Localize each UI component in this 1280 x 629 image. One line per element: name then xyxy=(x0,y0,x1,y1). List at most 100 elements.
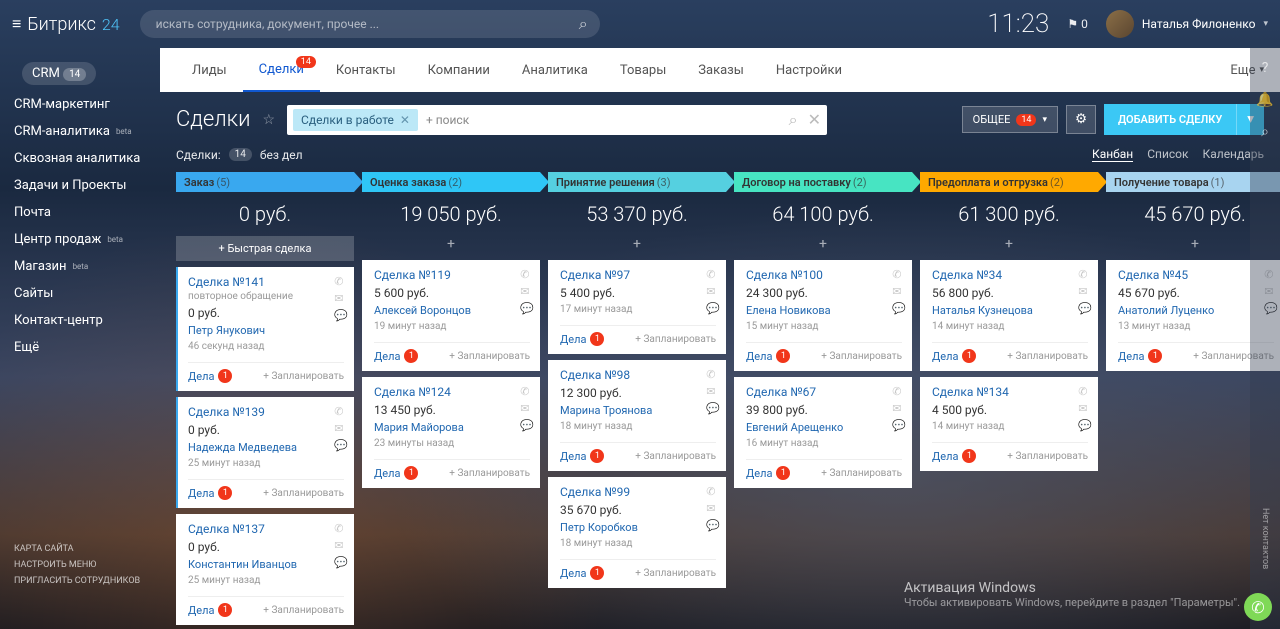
quick-deal-button[interactable]: + Быстрая сделка xyxy=(176,236,354,261)
search-icon[interactable]: ⌕ xyxy=(579,14,588,34)
deal-card[interactable]: ✆✉💬 Сделка №99 35 670 руб. Петр Коробков… xyxy=(548,477,726,588)
card-plan[interactable]: + Запланировать xyxy=(821,351,902,362)
deal-card[interactable]: ✆✉💬 Сделка №141 повторное обращение 0 ру… xyxy=(176,267,354,391)
filter-search-icon[interactable]: ⌕ xyxy=(789,110,798,130)
sidebar-footer-link[interactable]: НАСТРОИТЬ МЕНЮ xyxy=(14,557,146,573)
card-title[interactable]: Сделка №137 xyxy=(188,522,344,536)
mail-icon[interactable]: ✉ xyxy=(892,285,906,298)
phone-icon[interactable]: ✆ xyxy=(892,268,906,281)
search-input[interactable] xyxy=(140,10,600,38)
card-title[interactable]: Сделка №98 xyxy=(560,368,716,382)
tab[interactable]: Лиды xyxy=(176,48,243,92)
mail-icon[interactable]: ✉ xyxy=(334,422,348,435)
mail-icon[interactable]: ✉ xyxy=(334,539,348,552)
column-header[interactable]: Принятие решения (3) xyxy=(548,172,726,192)
card-plan[interactable]: + Запланировать xyxy=(635,568,716,579)
filter-clear-icon[interactable]: ✕ xyxy=(808,110,821,129)
deal-card[interactable]: ✆✉💬 Сделка №97 5 400 руб. 17 минут назад… xyxy=(548,260,726,354)
card-deals[interactable]: Дела 1 xyxy=(188,369,232,383)
deal-card[interactable]: ✆✉💬 Сделка №134 4 500 руб. 14 минут наза… xyxy=(920,377,1098,471)
phone-icon[interactable]: ✆ xyxy=(1078,385,1092,398)
chat-icon[interactable]: 💬 xyxy=(706,402,720,415)
view-option[interactable]: Канбан xyxy=(1092,147,1133,162)
card-plan[interactable]: + Запланировать xyxy=(449,351,530,362)
card-deals[interactable]: Дела 1 xyxy=(374,466,418,480)
chat-icon[interactable]: 💬 xyxy=(892,419,906,432)
phone-icon[interactable]: ✆ xyxy=(334,275,348,288)
phone-icon[interactable]: ✆ xyxy=(706,368,720,381)
card-contact[interactable]: Евгений Арещенко xyxy=(746,421,902,434)
card-plan[interactable]: + Запланировать xyxy=(263,605,344,616)
column-header[interactable]: Заказ (5) xyxy=(176,172,354,192)
card-title[interactable]: Сделка №119 xyxy=(374,268,530,282)
chat-icon[interactable]: 💬 xyxy=(520,419,534,432)
phone-icon[interactable]: ✆ xyxy=(334,522,348,535)
deal-card[interactable]: ✆✉💬 Сделка №124 13 450 руб. Мария Майоро… xyxy=(362,377,540,488)
add-deal-button[interactable]: ДОБАВИТЬ СДЕЛКУ xyxy=(1104,104,1236,135)
deal-card[interactable]: ✆✉💬 Сделка №100 24 300 руб. Елена Новико… xyxy=(734,260,912,371)
chat-icon[interactable]: 💬 xyxy=(334,439,348,452)
settings-button[interactable]: ⚙ xyxy=(1066,105,1096,134)
chat-icon[interactable]: 💬 xyxy=(1078,302,1092,315)
deal-card[interactable]: ✆✉💬 Сделка №34 56 800 руб. Наталья Кузне… xyxy=(920,260,1098,371)
card-deals[interactable]: Дела 1 xyxy=(560,449,604,463)
star-icon[interactable]: ☆ xyxy=(262,112,275,128)
filter-add[interactable]: + поиск xyxy=(426,113,469,127)
general-button[interactable]: ОБЩЕЕ 14 ▾ xyxy=(962,106,1058,133)
phone-icon[interactable]: ✆ xyxy=(520,268,534,281)
column-add[interactable]: + xyxy=(362,236,540,260)
card-title[interactable]: Сделка №97 xyxy=(560,268,716,282)
column-add[interactable]: + xyxy=(548,236,726,260)
chip-close-icon[interactable]: ✕ xyxy=(400,113,410,127)
card-deals[interactable]: Дела 1 xyxy=(932,449,976,463)
sidebar-item[interactable]: Центр продажbeta xyxy=(0,226,160,253)
card-plan[interactable]: + Запланировать xyxy=(449,468,530,479)
sidebar-item[interactable]: CRM-маркетинг xyxy=(0,91,160,118)
card-deals[interactable]: Дела 1 xyxy=(1118,349,1162,363)
chat-icon[interactable]: 💬 xyxy=(334,309,348,322)
phone-icon[interactable]: ✆ xyxy=(520,385,534,398)
chat-icon[interactable]: 💬 xyxy=(520,302,534,315)
mail-icon[interactable]: ✉ xyxy=(706,285,720,298)
search-side-icon[interactable]: ⌕ xyxy=(1261,124,1269,140)
column-header[interactable]: Предоплата и отгрузка (2) xyxy=(920,172,1098,192)
phone-icon[interactable]: ✆ xyxy=(334,405,348,418)
card-contact[interactable]: Мария Майорова xyxy=(374,421,530,434)
card-deals[interactable]: Дела 1 xyxy=(932,349,976,363)
card-deals[interactable]: Дела 1 xyxy=(560,566,604,580)
card-deals[interactable]: Дела 1 xyxy=(560,332,604,346)
card-title[interactable]: Сделка №100 xyxy=(746,268,902,282)
chat-icon[interactable]: 💬 xyxy=(892,302,906,315)
mail-icon[interactable]: ✉ xyxy=(706,385,720,398)
card-contact[interactable]: Наталья Кузнецова xyxy=(932,304,1088,317)
column-header[interactable]: Договор на поставку (2) xyxy=(734,172,912,192)
column-add[interactable]: + xyxy=(734,236,912,260)
tab[interactable]: Контакты xyxy=(320,48,412,92)
tab[interactable]: Сделки14 xyxy=(243,48,320,92)
card-plan[interactable]: + Запланировать xyxy=(635,451,716,462)
deal-card[interactable]: ✆✉💬 Сделка №98 12 300 руб. Марина Трояно… xyxy=(548,360,726,471)
deal-card[interactable]: ✆✉💬 Сделка №139 0 руб. Надежда Медведева… xyxy=(176,397,354,508)
chat-icon[interactable]: 💬 xyxy=(706,302,720,315)
sidebar-active[interactable]: CRM 14 xyxy=(0,56,160,91)
mail-icon[interactable]: ✉ xyxy=(1078,402,1092,415)
sidebar-item[interactable]: Контакт-центр xyxy=(0,307,160,334)
mail-icon[interactable]: ✉ xyxy=(892,402,906,415)
card-plan[interactable]: + Запланировать xyxy=(635,334,716,345)
column-add[interactable]: + xyxy=(920,236,1098,260)
tab[interactable]: Товары xyxy=(604,48,682,92)
column-header[interactable]: Оценка заказа (2) xyxy=(362,172,540,192)
card-deals[interactable]: Дела 1 xyxy=(746,349,790,363)
card-title[interactable]: Сделка №141 xyxy=(188,275,344,289)
phone-icon[interactable]: ✆ xyxy=(892,385,906,398)
card-deals[interactable]: Дела 1 xyxy=(746,466,790,480)
card-contact[interactable]: Алексей Воронцов xyxy=(374,304,530,317)
logo[interactable]: ≡ Битрикс 24 xyxy=(12,14,120,35)
help-icon[interactable]: ? xyxy=(1262,60,1269,76)
tab[interactable]: Настройки xyxy=(760,48,858,92)
chat-icon[interactable]: 💬 xyxy=(334,556,348,569)
tab[interactable]: Аналитика xyxy=(506,48,604,92)
user-menu[interactable]: Наталья Филоненко ▾ xyxy=(1106,10,1268,38)
deal-card[interactable]: ✆✉💬 Сделка №137 0 руб. Константин Иванцо… xyxy=(176,514,354,625)
card-title[interactable]: Сделка №139 xyxy=(188,405,344,419)
